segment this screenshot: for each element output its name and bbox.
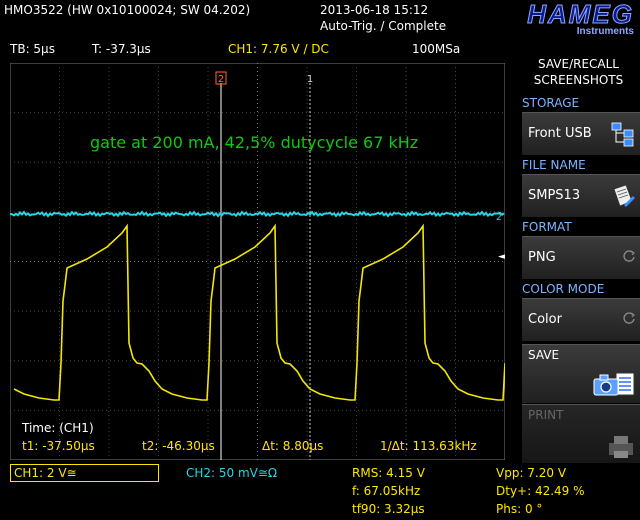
rename-document-icon: [613, 184, 635, 207]
ch2-setting[interactable]: CH2: 50 mV≅Ω: [186, 466, 277, 480]
format-label: FORMAT: [522, 220, 572, 234]
usb-tree-icon: [611, 122, 634, 147]
cursor-inverse-delta-t: 1/Δt: 113.63kHz: [380, 439, 477, 453]
soft-menu: SAVE/RECALL SCREENSHOTS STORAGE Front US…: [517, 52, 640, 520]
colormode-value: Color: [528, 312, 562, 327]
trigger-level-marker: ◄: [498, 252, 505, 262]
menu-title-line1: SAVE/RECALL: [538, 57, 619, 71]
cursor-1-label: 1: [307, 74, 313, 85]
colormode-label: COLOR MODE: [522, 282, 605, 296]
rotary-knob-icon: [623, 250, 635, 262]
logo-subtitle: Instruments: [576, 26, 634, 37]
save-label: SAVE: [528, 348, 560, 362]
printer-icon: [609, 436, 633, 458]
timebase: TB: 5µs: [10, 42, 55, 56]
waveform-display[interactable]: 2 1 gate at 200 mA, 42,5% dutycycle 67 k…: [10, 63, 505, 460]
waveform-annotation: gate at 200 mA, 42,5% dutycycle 67 kHz: [90, 133, 418, 152]
storage-button[interactable]: Front USB: [522, 112, 640, 155]
print-button[interactable]: PRINT: [522, 404, 640, 463]
storage-label: STORAGE: [522, 96, 580, 110]
camera-save-icon: [593, 372, 635, 396]
format-button[interactable]: PNG: [522, 236, 640, 279]
ch2-offset-marker: 2: [496, 213, 502, 223]
cursor-measurement-panel: Time: (CH1) t1: -37.50µs t2: -46.30µs Δt…: [18, 418, 498, 458]
filename-label: FILE NAME: [522, 158, 586, 172]
menu-title-line2: SCREENSHOTS: [533, 73, 624, 87]
cursor-measure-title: Time: (CH1): [22, 421, 94, 435]
storage-value: Front USB: [528, 126, 592, 141]
ch1-setting: CH1: 2 V≅: [14, 466, 77, 480]
filename-button[interactable]: SMPS13: [522, 174, 640, 217]
cursor-2-label: 2: [218, 74, 224, 85]
format-value: PNG: [528, 250, 556, 265]
hameg-logo: HAMEG Instruments: [452, 0, 638, 38]
datetime: 2013-06-18 15:12: [320, 3, 429, 17]
rotary-knob-icon: [623, 312, 635, 324]
cursor-t2: t2: -46.30µs: [142, 439, 215, 453]
cursor-t1: t1: -37.50µs: [22, 439, 95, 453]
save-button[interactable]: SAVE: [522, 344, 640, 403]
trigger-time: T: -37.3µs: [92, 42, 151, 56]
measure-fall-time: tf90: 3.32µs: [352, 502, 425, 516]
filename-value: SMPS13: [528, 188, 581, 203]
ch1-trigger-info: CH1: 7.76 V / DC: [228, 42, 329, 56]
status-bar: TB: 5µs T: -37.3µs CH1: 7.76 V / DC 100M…: [0, 40, 512, 60]
colormode-button[interactable]: Color: [522, 298, 640, 341]
sample-rate: 100MSa: [412, 42, 461, 56]
trigger-status: Auto-Trig. / Complete: [320, 19, 447, 33]
measure-rms: RMS: 4.15 V: [352, 466, 425, 480]
instrument-model: HMO3522 (HW 0x10100024; SW 04.202): [4, 3, 251, 17]
cursor-delta-t: Δt: 8.80µs: [262, 439, 324, 453]
measure-frequency: f: 67.05kHz: [352, 484, 421, 498]
print-label: PRINT: [528, 408, 564, 422]
